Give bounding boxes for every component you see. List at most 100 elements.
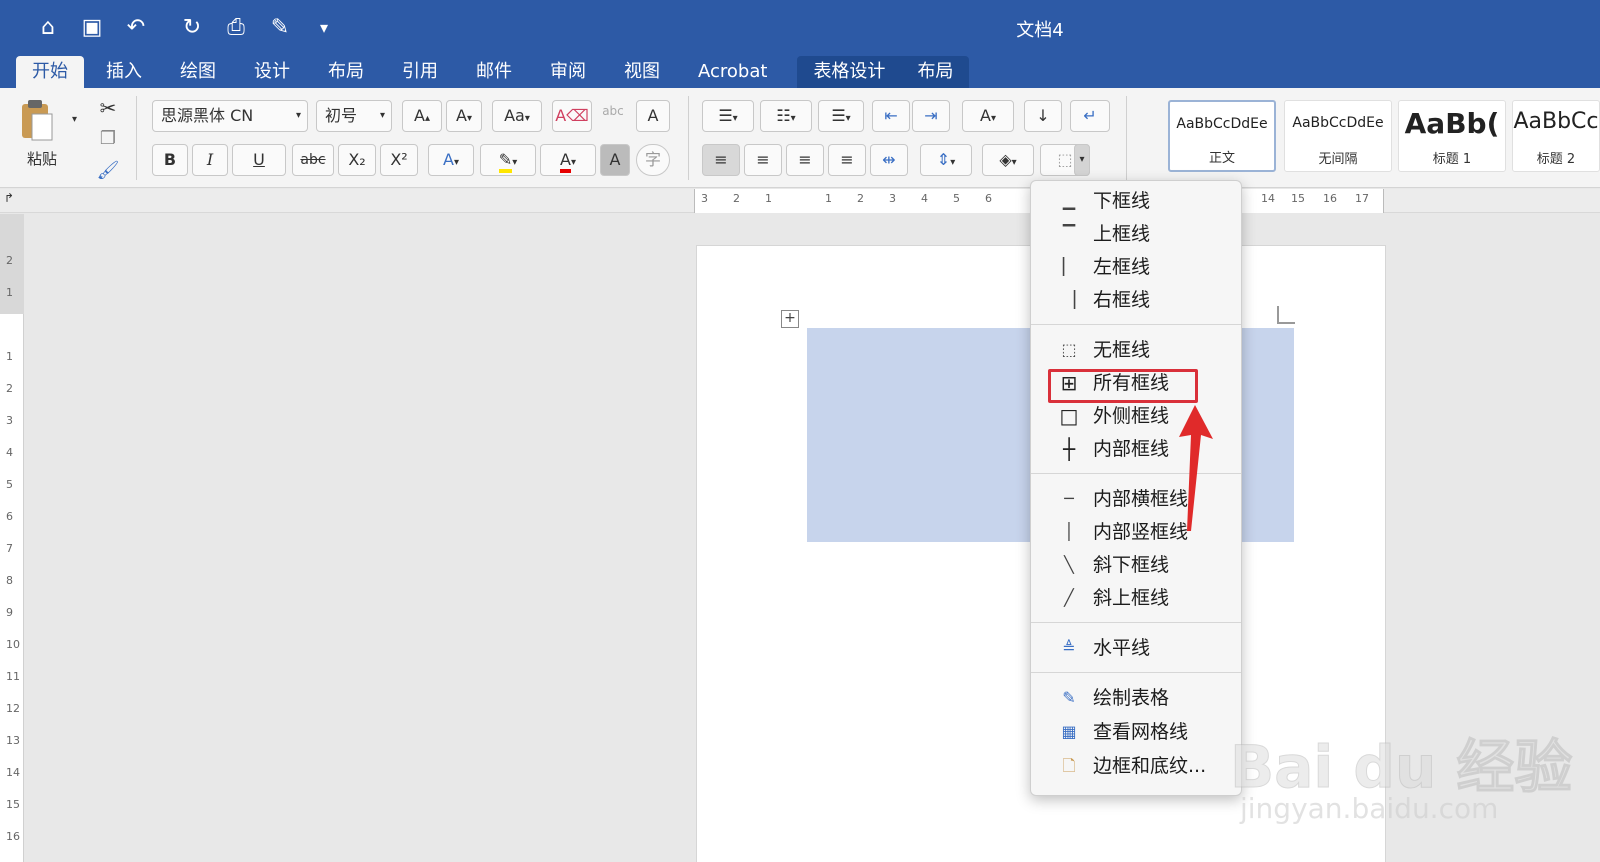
tab-draw[interactable]: 绘图 [164,56,232,88]
style-name: 标题 2 [1536,152,1576,167]
menu-item-diagonal-up-border[interactable]: ╱ 斜上框线 [1031,582,1241,614]
justify-button[interactable]: ≡ [828,144,866,176]
copy-icon[interactable]: ❐ [96,128,120,149]
menu-item-horizontal-line[interactable]: ≜ 水平线 [1031,632,1241,664]
customize-icon[interactable]: ▾ [310,14,338,42]
line-spacing-button[interactable]: ⇕▾ [920,144,972,176]
grow-font-button[interactable]: A▴ [402,100,442,132]
ruler-tick: 11 [6,670,20,683]
menu-item-view-gridlines[interactable]: ▦ 查看网格线 [1031,716,1241,748]
show-marks-button[interactable]: ↵ [1070,100,1110,132]
tab-references[interactable]: 引用 [386,56,454,88]
ruler-tick: 12 [6,702,20,715]
menu-item-draw-table[interactable]: ✎ 绘制表格 [1031,682,1241,714]
ruler-tick: 6 [6,510,13,523]
ruler-tick: 15 [6,798,20,811]
increase-indent-button[interactable]: ⇥ [912,100,950,132]
align-left-button[interactable]: ≡ [702,144,740,176]
character-shading-button[interactable]: A [600,144,630,176]
menu-item-left-border[interactable]: ▏ 左框线 [1031,251,1241,283]
align-center-button[interactable]: ≡ [744,144,782,176]
tab-acrobat[interactable]: Acrobat [682,56,783,88]
format-painter-icon[interactable]: 🖌 [96,160,120,181]
character-border-button[interactable]: A [636,100,670,132]
clear-format-button[interactable]: A⌫ [552,100,592,132]
tab-table-layout[interactable]: 布局 [901,56,969,88]
context-tab-group: 表格设计 布局 [797,56,970,88]
ruler-tick: 2 [6,382,13,395]
shading-button[interactable]: ◈▾ [982,144,1034,176]
edit-icon[interactable]: ✎ [266,14,294,42]
decrease-indent-button[interactable]: ⇤ [872,100,910,132]
ruler-tick: 13 [6,734,20,747]
tab-mailings[interactable]: 邮件 [460,56,528,88]
italic-button[interactable]: I [192,144,228,176]
tab-home[interactable]: 开始 [16,56,84,88]
tab-review[interactable]: 审阅 [534,56,602,88]
tab-selector-icon[interactable]: ↱ [4,191,14,205]
ruler-tick: 16 [6,830,20,843]
menu-item-right-border[interactable]: ▕ 右框线 [1031,284,1241,316]
redo-icon[interactable]: ↻ [178,14,206,42]
no-border-icon: ⬚ [1061,340,1077,359]
phonetic-guide-icon[interactable]: abc [598,104,628,118]
numbering-button[interactable]: ☷▾ [760,100,812,132]
paste-label: 粘贴 [26,150,57,168]
style-normal[interactable]: AaBbCcDdEe 正文 [1168,100,1276,172]
table-move-handle-icon[interactable]: + [781,310,799,328]
paste-icon[interactable] [18,98,54,142]
shrink-font-button[interactable]: A▾ [446,100,482,132]
cut-icon[interactable]: ✂ [96,96,120,120]
ruler-tick: 3 [889,192,896,205]
style-heading-2[interactable]: AaBbCc 标题 2 [1512,100,1600,172]
enclose-character-button[interactable]: 字 [636,144,670,176]
multilevel-list-button[interactable]: ☰▾ [818,100,864,132]
highlight-button[interactable]: ✎▾ [480,144,536,176]
style-name: 标题 1 [1432,152,1472,167]
superscript-button[interactable]: X² [380,144,418,176]
ruler-tick: 3 [6,414,13,427]
text-effects-button[interactable]: A▾ [428,144,474,176]
tab-view[interactable]: 视图 [608,56,676,88]
print-icon[interactable]: ⎙ [222,14,250,42]
save-icon[interactable]: ▣ [78,14,106,42]
bold-button[interactable]: B [152,144,188,176]
strikethrough-button[interactable]: abc [292,144,334,176]
ruler-tick: 4 [921,192,928,205]
style-sample: AaBb( [1404,107,1500,140]
tab-layout[interactable]: 布局 [312,56,380,88]
menu-item-no-border[interactable]: ⬚ 无框线 [1031,334,1241,366]
align-right-button[interactable]: ≡ [786,144,824,176]
font-name-select[interactable]: 思源黑体 CN ▾ [152,100,308,132]
font-color-button[interactable]: A▾ [540,144,596,176]
style-name: 正文 [1208,151,1235,166]
sort-button[interactable]: ↓ [1024,100,1062,132]
menu-item-label: 水平线 [1093,637,1151,659]
menu-item-label: 右框线 [1093,289,1151,311]
tab-insert[interactable]: 插入 [90,56,158,88]
menu-item-label: 斜下框线 [1093,554,1170,576]
vertical-ruler[interactable]: 2 1 1 2 3 4 5 6 7 8 9 10 11 12 13 14 15 … [0,214,24,862]
menu-item-bottom-border[interactable]: ▁ 下框线 [1031,185,1241,217]
distributed-button[interactable]: ⇹ [870,144,908,176]
change-case-button[interactable]: Aa▾ [492,100,542,132]
home-icon[interactable]: ⌂ [34,14,62,42]
bullets-button[interactable]: ☰▾ [702,100,754,132]
font-size-select[interactable]: 初号 ▾ [316,100,392,132]
ruler-tick: 4 [6,446,13,459]
style-no-spacing[interactable]: AaBbCcDdEe 无间隔 [1284,100,1392,172]
asian-layout-button[interactable]: A▾ [962,100,1014,132]
borders-dropdown-icon[interactable]: ▾ [1074,144,1090,176]
menu-item-diagonal-down-border[interactable]: ╲ 斜下框线 [1031,549,1241,581]
ribbon-tabs: 开始 插入 绘图 设计 布局 引用 邮件 审阅 视图 Acrobat 表格设计 … [16,56,970,88]
menu-item-label: 无框线 [1093,339,1151,361]
tab-table-design[interactable]: 表格设计 [797,56,901,88]
style-heading-1[interactable]: AaBb( 标题 1 [1398,100,1506,172]
undo-icon[interactable]: ↶ [122,14,150,42]
subscript-button[interactable]: X₂ [338,144,376,176]
underline-button[interactable]: U [232,144,286,176]
tab-design[interactable]: 设计 [238,56,306,88]
paste-dropdown-icon[interactable]: ▾ [72,114,77,125]
menu-item-top-border[interactable]: ▔ 上框线 [1031,218,1241,250]
menu-item-borders-shading[interactable]: 🗋 边框和底纹... [1031,750,1241,782]
